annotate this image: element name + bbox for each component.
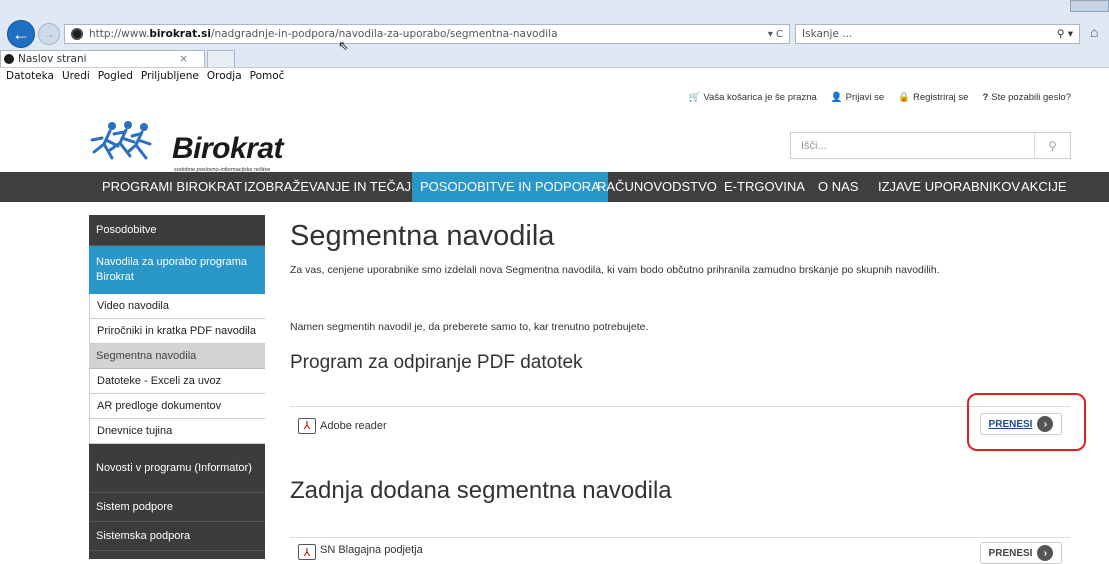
download-label: PRENESI — [988, 547, 1033, 559]
site-search-icon[interactable]: ⚲ — [1034, 133, 1070, 158]
nav-izjave-uporabnikov[interactable]: IZJAVE UPORABNIKOV — [870, 172, 1028, 202]
menu-favorites[interactable]: Priljubljene — [141, 70, 199, 82]
site-search-input[interactable]: Išči... ⚲ — [790, 132, 1071, 159]
sidebar-item-next[interactable] — [89, 551, 265, 559]
new-tab-button[interactable] — [207, 50, 235, 67]
section-heading-latest: Zadnja dodana segmentna navodila — [290, 477, 672, 504]
highlight-annotation — [967, 393, 1086, 451]
url-path: /nadgradnje-in-podpora/navodila-za-upora… — [210, 28, 558, 40]
url-prefix: http://www. — [89, 28, 150, 40]
address-bar[interactable]: http://www. birokrat.si/nadgradnje-in-pod… — [64, 24, 790, 44]
sidebar-item-posodobitve[interactable]: Posodobitve — [89, 215, 265, 246]
search-icon[interactable]: ⚲ ▾ — [1057, 28, 1073, 40]
sidebar-item-navodila[interactable]: Navodila za uporabo programa Birokrat — [89, 246, 265, 294]
register-link[interactable]: 🔒 Registriraj se — [898, 92, 968, 103]
url-host: birokrat.si — [149, 28, 211, 40]
mouse-cursor-icon: ⇖ — [338, 38, 349, 53]
nav-programi-birokrat[interactable]: PROGRAMI BIROKRAT — [94, 172, 250, 202]
sidebar-item-dnevnice[interactable]: Dnevnice tujina — [89, 419, 265, 444]
user-icon: 👤 — [830, 92, 843, 103]
menu-edit[interactable]: Uredi — [62, 70, 90, 82]
question-icon: ? — [982, 92, 989, 103]
cart-label: Vaša košarica je še prazna — [703, 92, 817, 103]
sidebar-item-segmentna-navodila[interactable]: Segmentna navodila — [89, 344, 265, 369]
menu-file[interactable]: Datoteka — [6, 70, 54, 82]
nav-akcije[interactable]: AKCIJE — [1013, 172, 1075, 202]
cart-link[interactable]: 🛒 Vaša košarica je še prazna — [689, 92, 817, 103]
tab-close-icon[interactable]: × — [179, 53, 188, 65]
nav-racunovodstvo[interactable]: RAČUNOVODSTVO — [589, 172, 725, 202]
download-name: Adobe reader — [320, 419, 387, 432]
page-title: Segmentna navodila — [290, 220, 555, 252]
home-icon[interactable]: ⌂ — [1090, 24, 1098, 40]
window-controls[interactable] — [1070, 0, 1109, 12]
sidebar-item-datoteke[interactable]: Datoteke - Exceli za uvoz — [89, 369, 265, 394]
login-label: Prijavi se — [845, 92, 885, 103]
back-arrow-icon: ← — [12, 23, 30, 44]
runners-logo-icon — [90, 121, 152, 160]
sidebar-item-video-navodila[interactable]: Video navodila — [89, 294, 265, 319]
browser-search-input[interactable]: Iskanje ... ⚲ ▾ — [795, 24, 1080, 44]
menu-tools[interactable]: Orodja — [207, 70, 242, 82]
lock-icon: 🔒 — [898, 92, 910, 103]
forward-arrow-icon: → — [43, 27, 55, 41]
pdf-icon: ⅄ — [298, 417, 316, 434]
browser-search-placeholder: Iskanje ... — [802, 28, 853, 40]
tab-title: Naslov strani — [18, 53, 87, 65]
download-name: SN Blagajna podjetja — [320, 544, 423, 556]
pdf-icon: ⅄ — [298, 544, 316, 560]
nav-e-trgovina[interactable]: E-TRGOVINA — [716, 172, 813, 202]
download-row-adobe: ⅄ Adobe reader PRENESI › — [290, 406, 1070, 444]
nav-izobrazevanje[interactable]: IZOBRAŽEVANJE IN TEČAJI — [236, 172, 423, 202]
sidebar-item-sistemska-podpora[interactable]: Sistemska podpora — [89, 522, 265, 551]
top-utility-bar: 🛒 Vaša košarica je še prazna 👤 Prijavi se … — [689, 92, 1071, 103]
tab-favicon-icon — [4, 54, 14, 64]
refresh-icon[interactable]: ▾ C — [768, 29, 783, 40]
intro-text: Za vas, cenjene uporabnike smo izdelali … — [290, 264, 940, 276]
sidebar-item-novosti[interactable]: Novosti v programu (Informator) — [89, 444, 265, 493]
download-row-blagajna: ⅄ SN Blagajna podjetja PRENESI › — [290, 537, 1070, 564]
menu-view[interactable]: Pogled — [98, 70, 133, 82]
forward-button[interactable]: → — [38, 23, 60, 45]
nav-posodobitve-in-podpora[interactable]: POSODOBITVE IN PODPORA — [412, 172, 608, 202]
menu-bar: Datoteka Uredi Pogled Priljubljene Orodj… — [0, 67, 1109, 84]
nav-o-nas[interactable]: O NAS — [810, 172, 866, 202]
browser-tab[interactable]: Naslov strani × — [0, 50, 205, 67]
main-navigation: PROGRAMI BIROKRAT IZOBRAŽEVANJE IN TEČAJ… — [0, 172, 1109, 202]
login-link[interactable]: 👤 Prijavi se — [831, 92, 884, 103]
menu-help[interactable]: Pomoč — [250, 70, 285, 82]
site-favicon-icon — [71, 28, 83, 40]
section-heading-pdf: Program za odpiranje PDF datotek — [290, 352, 583, 373]
register-label: Registriraj se — [913, 92, 969, 103]
sidebar-item-sistem-podpore[interactable]: Sistem podpore — [89, 493, 265, 522]
download-button[interactable]: PRENESI › — [980, 542, 1062, 564]
site-search-placeholder: Išči... — [801, 139, 827, 152]
sidebar-item-ar-predloge[interactable]: AR predloge dokumentov — [89, 394, 265, 419]
purpose-text: Namen segmentih navodil je, da preberete… — [290, 321, 649, 333]
back-button[interactable]: ← — [7, 20, 35, 48]
cart-icon: 🛒 — [688, 92, 701, 103]
forgot-password-link[interactable]: ? Ste pozabili geslo? — [982, 92, 1071, 103]
site-logo[interactable]: Birokrat sodobne poslovno-informacijske … — [88, 120, 303, 173]
logo-brand-name: Birokrat — [172, 132, 284, 165]
forgot-label: Ste pozabili geslo? — [991, 92, 1071, 103]
sidebar-item-prirocniki[interactable]: Priročniki in kratka PDF navodila — [89, 319, 265, 344]
